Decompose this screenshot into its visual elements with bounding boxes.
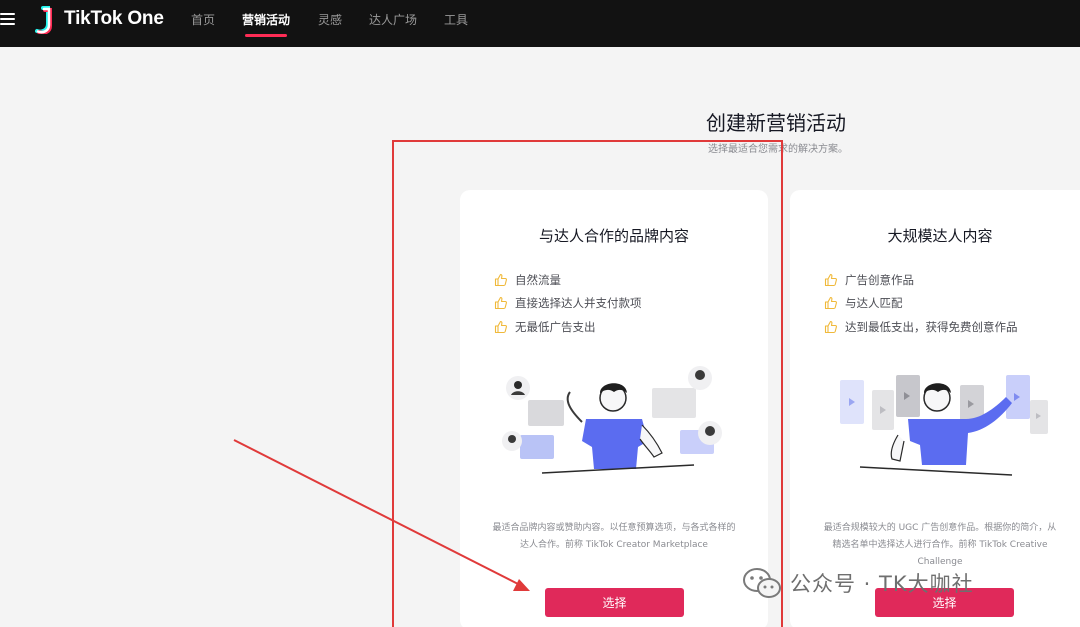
logo-text[interactable]: TikTok One	[64, 8, 164, 30]
feature-label: 无最低广告支出	[515, 319, 596, 334]
watermark-text: 公众号 · TK大咖社	[790, 572, 974, 596]
feature-item: 广告创意作品	[824, 268, 1018, 292]
thumbs-up-icon	[494, 273, 507, 286]
page-title: 创建新营销活动	[706, 111, 846, 135]
feature-item: 直接选择达人并支付款项	[494, 292, 642, 316]
wechat-icon	[743, 568, 781, 598]
page-subtitle: 选择最适合您需求的解决方案。	[708, 144, 848, 155]
nav-home[interactable]: 首页	[191, 11, 215, 28]
feature-label: 自然流量	[515, 272, 561, 287]
nav-tools[interactable]: 工具	[444, 11, 468, 28]
feature-label: 广告创意作品	[845, 272, 914, 287]
thumbs-up-icon	[494, 297, 507, 310]
feature-label: 达到最低支出，获得免费创意作品	[845, 319, 1018, 334]
top-nav-bar: TikTok One 首页 营销活动 灵感 达人广场 工具	[0, 0, 1080, 47]
menu-icon[interactable]	[0, 12, 16, 26]
card-title: 与达人合作的品牌内容	[538, 227, 689, 245]
tiktok-logo-icon[interactable]	[30, 6, 60, 34]
feature-list: 自然流量 直接选择达人并支付款项 无最低广告支出	[494, 268, 642, 339]
feature-label: 与达人匹配	[845, 296, 903, 311]
feature-list: 广告创意作品 与达人匹配 达到最低支出，获得免费创意作品	[824, 268, 1018, 339]
card-description: 最适合规模较大的 UGC 广告创意作品。根据你的简介，从精选名单中选择达人进行合…	[823, 523, 1057, 567]
card-title: 大规模达人内容	[887, 227, 993, 245]
card-description: 最适合品牌内容或赞助内容。以任意预算选项，与各式各样的达人合作。前称 TikTo…	[492, 523, 736, 550]
watermark: 公众号 · TK大咖社	[742, 566, 974, 600]
solution-card-branded-content[interactable]: 与达人合作的品牌内容 自然流量 直接选择达人并支付款项 无最低广告支出 最适合品…	[460, 190, 768, 627]
feature-item: 无最低广告支出	[494, 315, 642, 339]
nav-creator-marketplace[interactable]: 达人广场	[369, 11, 417, 28]
thumbs-up-icon	[824, 320, 837, 333]
nav-inspiration[interactable]: 灵感	[318, 11, 342, 28]
feature-item: 达到最低支出，获得免费创意作品	[824, 315, 1018, 339]
feature-item: 自然流量	[494, 268, 642, 292]
solution-card-creator-content-at-scale[interactable]: 大规模达人内容 广告创意作品 与达人匹配 达到最低支出，获得免费创意作品 最适合…	[790, 190, 1080, 627]
ugc-video-content-illustration	[840, 375, 1048, 476]
thumbs-up-icon	[824, 297, 837, 310]
nav-campaigns-label: 营销活动	[242, 13, 291, 27]
nav-active-indicator	[245, 34, 288, 37]
thumbs-up-icon	[824, 273, 837, 286]
thumbs-up-icon	[494, 320, 507, 333]
creator-collaboration-illustration	[502, 366, 722, 474]
feature-label: 直接选择达人并支付款项	[515, 296, 642, 311]
select-button[interactable]: 选择	[545, 588, 684, 617]
feature-item: 与达人匹配	[824, 292, 1018, 316]
nav-campaigns[interactable]: 营销活动	[242, 11, 291, 37]
